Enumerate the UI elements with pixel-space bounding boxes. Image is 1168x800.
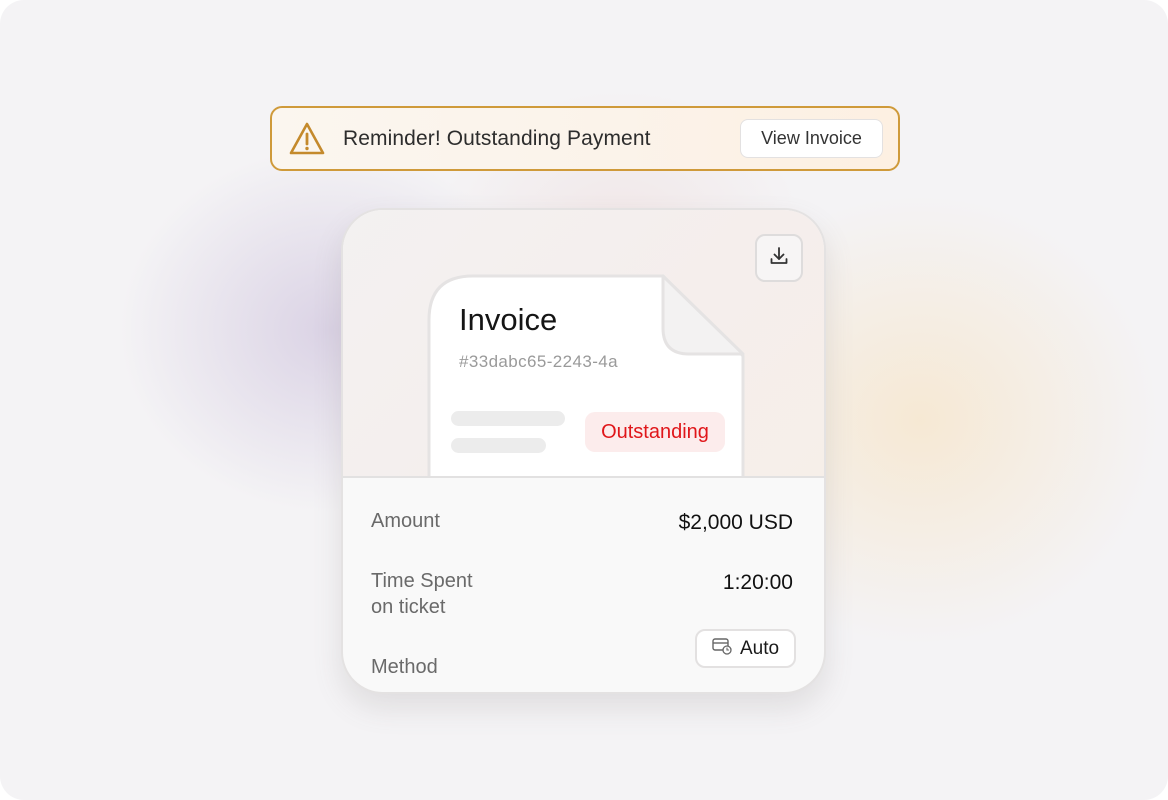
placeholder-line [451, 438, 546, 453]
invoice-title: Invoice [459, 302, 558, 337]
background-canvas: Reminder! Outstanding Payment View Invoi… [0, 0, 1168, 800]
time-spent-label-line2: on ticket [371, 596, 446, 618]
payment-method-chip[interactable]: Auto [695, 629, 796, 668]
invoice-card: Invoice #33dabc65-2243-4a Outstanding Am… [341, 208, 826, 694]
reminder-message: Reminder! Outstanding Payment [343, 127, 651, 150]
amount-label: Amount [371, 510, 440, 532]
placeholder-line [451, 411, 565, 426]
payment-reminder-banner: Reminder! Outstanding Payment View Invoi… [270, 106, 900, 171]
invoice-preview: Invoice #33dabc65-2243-4a Outstanding [343, 210, 824, 478]
method-value: Auto [739, 637, 780, 659]
status-badge: Outstanding [585, 412, 725, 452]
credit-card-clock-icon [712, 637, 732, 661]
invoice-id: #33dabc65-2243-4a [459, 352, 618, 371]
time-spent-label-line1: Time Spent [371, 570, 473, 592]
time-spent-label: Time Spent on ticket [371, 568, 521, 620]
amount-value: $2,000 USD [678, 511, 793, 534]
time-spent-value: 1:20:00 [722, 571, 793, 594]
warning-triangle-icon [288, 121, 326, 157]
download-button[interactable] [755, 234, 803, 282]
download-icon [768, 245, 790, 272]
method-label: Method [371, 656, 438, 678]
view-invoice-button[interactable]: View Invoice [740, 119, 883, 158]
